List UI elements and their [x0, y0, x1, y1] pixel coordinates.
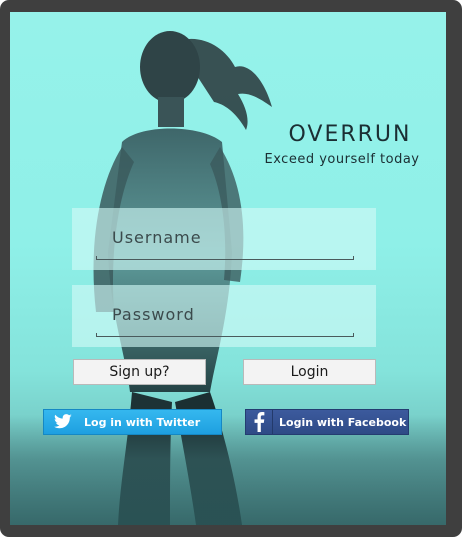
facebook-f-icon — [246, 410, 273, 434]
twitter-bird-icon — [50, 410, 76, 434]
facebook-login-button[interactable]: Login with Facebook — [245, 409, 409, 435]
password-underline — [96, 333, 354, 337]
facebook-login-label: Login with Facebook — [279, 415, 407, 429]
device-frame: OVERRUN Exceed yourself today Sign up? L… — [0, 0, 462, 537]
app-screen: OVERRUN Exceed yourself today Sign up? L… — [10, 12, 446, 525]
app-tagline: Exceed yourself today — [264, 152, 420, 167]
app-title: OVERRUN — [288, 122, 412, 147]
login-button[interactable]: Login — [243, 359, 376, 385]
password-field-container — [72, 285, 376, 347]
username-underline — [96, 256, 354, 260]
twitter-login-label: Log in with Twitter — [84, 415, 201, 429]
twitter-login-button[interactable]: Log in with Twitter — [43, 409, 222, 435]
signup-button[interactable]: Sign up? — [73, 359, 206, 385]
username-input[interactable] — [96, 220, 354, 254]
username-field-container — [72, 208, 376, 270]
password-input[interactable] — [96, 297, 354, 331]
